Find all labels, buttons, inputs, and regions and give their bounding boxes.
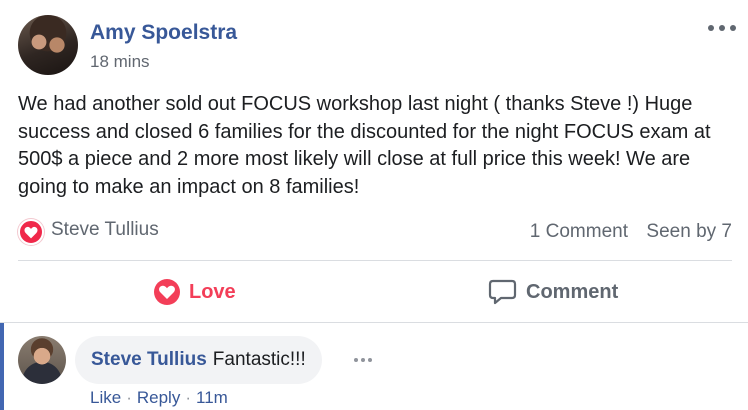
- divider: [0, 322, 748, 323]
- love-reaction-icon[interactable]: [18, 219, 44, 245]
- comment-button[interactable]: Comment: [488, 276, 618, 308]
- comment-label: Comment: [526, 280, 619, 303]
- reply-link[interactable]: Reply: [137, 388, 180, 408]
- comment-text: Fantastic!!!: [212, 349, 306, 370]
- separator: ·: [126, 388, 132, 407]
- seen-by[interactable]: Seen by 7: [646, 221, 732, 243]
- post-timestamp[interactable]: 18 mins: [90, 52, 150, 72]
- comment-icon: [488, 279, 517, 305]
- post-body: We had another sold out FOCUS workshop l…: [18, 93, 711, 198]
- divider: [18, 260, 732, 261]
- commenter-avatar[interactable]: [18, 336, 66, 384]
- comment-time[interactable]: 11m: [196, 388, 228, 408]
- more-icon[interactable]: [708, 18, 736, 38]
- love-button[interactable]: Love: [153, 276, 236, 308]
- new-comment-marker: [0, 323, 4, 410]
- commenter-name[interactable]: Steve Tullius: [91, 349, 207, 371]
- post-card: Amy Spoelstra 18 mins We had another sol…: [0, 0, 748, 410]
- comment-bubble: Steve Tullius Fantastic!!!: [75, 336, 322, 384]
- author-avatar[interactable]: [18, 15, 78, 75]
- author-name[interactable]: Amy Spoelstra: [90, 21, 237, 45]
- love-label: Love: [189, 280, 236, 303]
- reactor-name[interactable]: Steve Tullius: [51, 219, 159, 241]
- like-link[interactable]: Like: [90, 388, 121, 408]
- comment-count[interactable]: 1 Comment: [530, 221, 628, 243]
- heart-icon: [154, 279, 180, 305]
- comment-more-icon[interactable]: [354, 358, 372, 364]
- separator: ·: [185, 388, 191, 407]
- comment-actions: Like · Reply · 11m: [90, 388, 228, 408]
- reaction-summary: Steve Tullius 1 Comment Seen by 7: [18, 216, 732, 246]
